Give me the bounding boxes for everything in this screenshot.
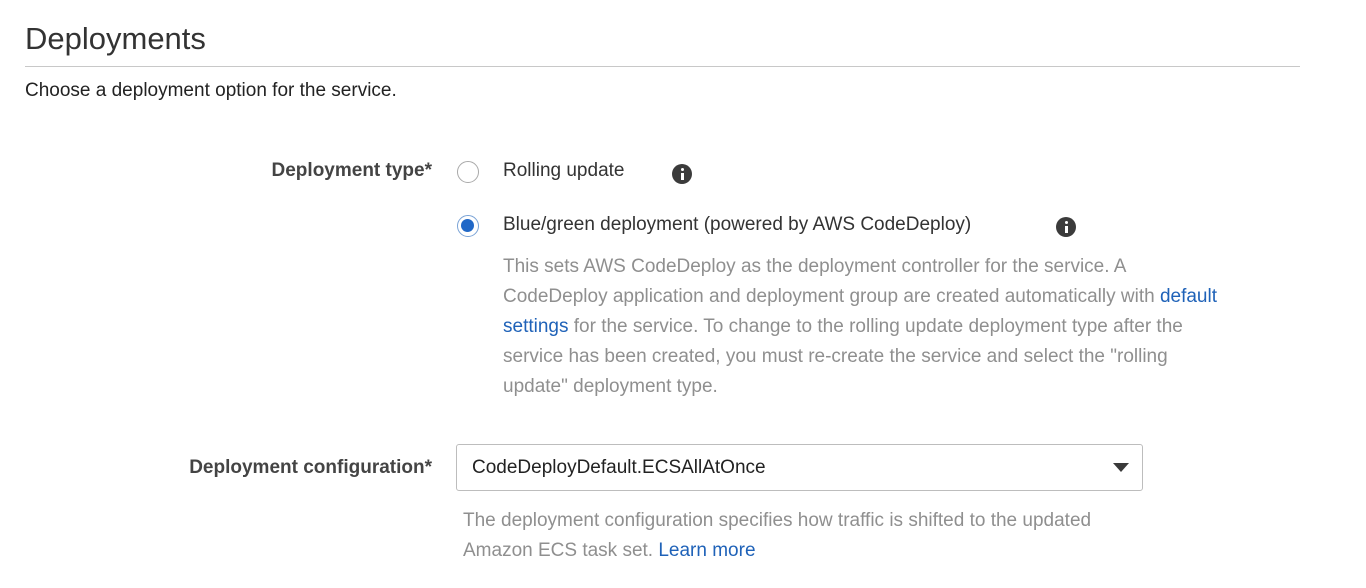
section-divider [25, 66, 1300, 67]
section-title: Deployments [25, 21, 206, 56]
rolling-update-label[interactable]: Rolling update [503, 159, 624, 183]
deployment-configuration-help: The deployment configuration specifies h… [463, 506, 1143, 566]
blue-green-help-text: This sets AWS CodeDeploy as the deployme… [503, 252, 1223, 402]
rolling-update-radio[interactable] [457, 161, 479, 183]
deployment-configuration-value: CodeDeployDefault.ECSAllAtOnce [472, 457, 766, 478]
learn-more-link[interactable]: Learn more [658, 540, 755, 561]
deployment-type-label: Deployment type* [271, 160, 432, 181]
deployment-configuration-label: Deployment configuration* [189, 457, 432, 478]
blue-green-info-icon[interactable] [1056, 217, 1076, 237]
rolling-update-info-icon[interactable] [672, 164, 692, 184]
deployment-configuration-select[interactable]: CodeDeployDefault.ECSAllAtOnce [456, 444, 1143, 491]
blue-green-radio[interactable] [457, 215, 479, 237]
section-description: Choose a deployment option for the servi… [25, 80, 397, 101]
caret-down-icon [1113, 463, 1129, 472]
blue-green-help-part2: for the service. To change to the rollin… [503, 316, 1183, 397]
blue-green-label[interactable]: Blue/green deployment (powered by AWS Co… [503, 213, 971, 237]
blue-green-help-part1: This sets AWS CodeDeploy as the deployme… [503, 256, 1160, 307]
deployment-configuration-help-text: The deployment configuration specifies h… [463, 510, 1092, 561]
